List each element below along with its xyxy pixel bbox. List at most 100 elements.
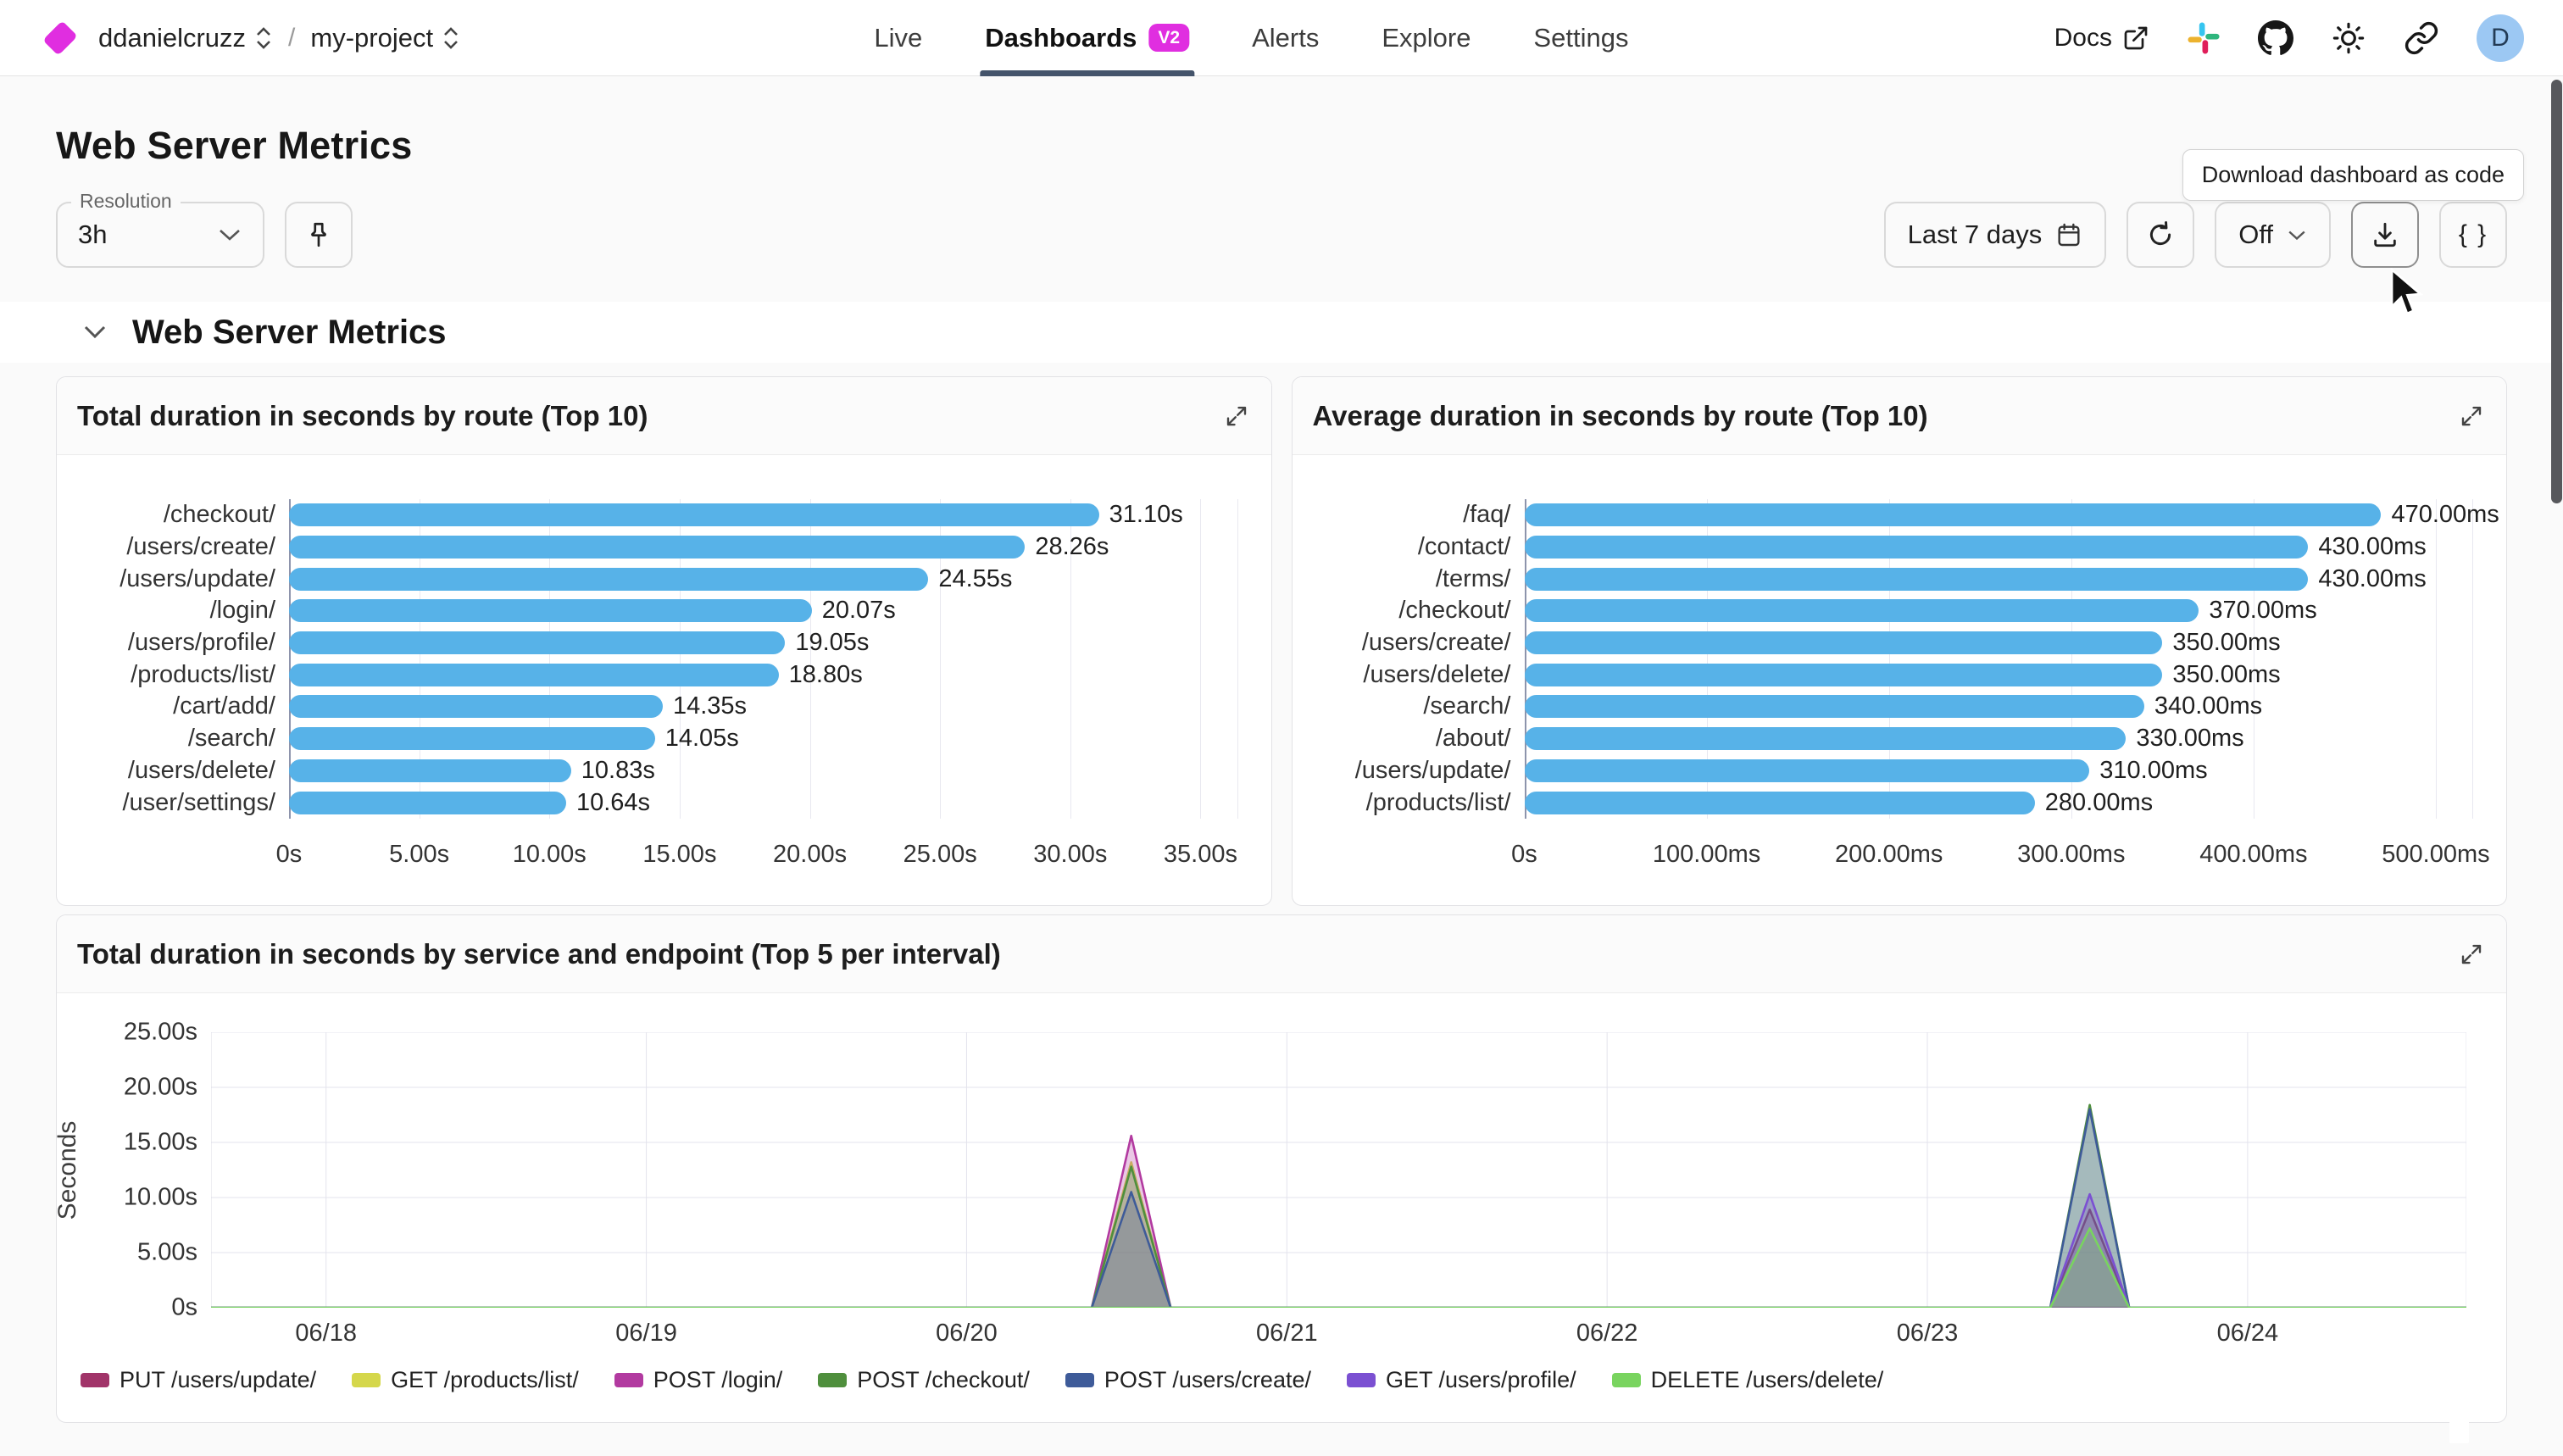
bar-category-label: /users/delete/ [77, 755, 289, 787]
x-axis-tick: 06/23 [1897, 1320, 1959, 1348]
page-scrollbar[interactable] [2551, 80, 2562, 503]
project-switcher[interactable]: my-project [310, 23, 460, 53]
bar-row[interactable]: 10.64s [289, 786, 1237, 819]
section-collapse-toggle[interactable]: Web Server Metrics [0, 302, 2563, 363]
legend-item[interactable]: POST /users/create/ [1065, 1367, 1311, 1393]
legend-label: GET /products/list/ [391, 1367, 579, 1393]
bar-value-label: 20.07s [822, 597, 896, 625]
bar-category-label: /users/profile/ [77, 627, 289, 659]
download-icon [2371, 220, 2399, 249]
time-range-button[interactable]: Last 7 days [1884, 202, 2107, 268]
area-chart-plot[interactable]: 06/1806/1906/2006/2106/2206/2306/24 [211, 1032, 2466, 1359]
logo-diamond-icon[interactable] [42, 20, 77, 55]
github-button[interactable] [2258, 20, 2293, 56]
bar-value-label: 430.00ms [2318, 533, 2426, 561]
bar-row[interactable]: 310.00ms [1525, 755, 2473, 787]
tab-settings[interactable]: Settings [1533, 0, 1628, 76]
refresh-button[interactable] [2127, 202, 2194, 268]
bar-row[interactable]: 350.00ms [1525, 659, 2473, 691]
panel-title: Average duration in seconds by route (To… [1313, 400, 1928, 432]
bar-row[interactable]: 28.26s [289, 531, 1237, 564]
bar-row[interactable]: 18.80s [289, 659, 1237, 691]
bar-category-label: /login/ [77, 595, 289, 627]
bar-row[interactable]: 340.00ms [1525, 691, 2473, 723]
panel-title: Total duration in seconds by route (Top … [77, 400, 648, 432]
tab-dashboards[interactable]: DashboardsV2 [985, 0, 1189, 76]
legend-swatch-icon [1612, 1373, 1641, 1387]
org-name: ddanielcruzz [98, 23, 246, 53]
bar-row[interactable]: 350.00ms [1525, 627, 2473, 659]
legend-label: PUT /users/update/ [120, 1367, 316, 1393]
x-axis-tick: 06/19 [615, 1320, 677, 1348]
bar-row[interactable]: 24.55s [289, 563, 1237, 595]
bar-value-label: 24.55s [938, 565, 1012, 593]
x-axis-tick: 20.00s [773, 841, 847, 869]
bar-row[interactable]: 19.05s [289, 627, 1237, 659]
bar [1525, 759, 2090, 782]
bar-value-label: 14.35s [673, 692, 747, 720]
tab-label: Alerts [1252, 23, 1319, 53]
theme-toggle-button[interactable] [2331, 20, 2366, 56]
tab-alerts[interactable]: Alerts [1252, 0, 1319, 76]
legend-item[interactable]: GET /users/profile/ [1347, 1367, 1576, 1393]
legend-item[interactable]: GET /products/list/ [352, 1367, 579, 1393]
legend-item[interactable]: POST /login/ [614, 1367, 783, 1393]
download-dashboard-button[interactable] [2351, 202, 2419, 268]
x-axis-tick: 06/21 [1256, 1320, 1318, 1348]
bar-row[interactable]: 370.00ms [1525, 595, 2473, 627]
expand-panel-button[interactable] [2459, 942, 2484, 967]
org-switcher[interactable]: ddanielcruzz [98, 23, 273, 53]
bar [1525, 536, 2309, 559]
bar-row[interactable]: 470.00ms [1525, 499, 2473, 531]
expand-panel-button[interactable] [1224, 403, 1249, 429]
bar [289, 727, 655, 750]
bar [289, 568, 928, 591]
y-axis-tick: 25.00s [124, 1019, 197, 1047]
bar-value-label: 430.00ms [2318, 565, 2426, 593]
area-series-post-checkout- [211, 1105, 2466, 1308]
resolution-select[interactable]: Resolution 3h [56, 202, 264, 268]
bar-row[interactable]: 430.00ms [1525, 531, 2473, 564]
bar-row[interactable]: 10.83s [289, 755, 1237, 787]
top-nav: ddanielcruzz / my-project LiveDashboards… [0, 0, 2563, 76]
bar-row[interactable]: 280.00ms [1525, 786, 2473, 819]
view-code-button[interactable]: { } [2439, 202, 2507, 268]
tab-explore[interactable]: Explore [1382, 0, 1471, 76]
resolution-label: Resolution [71, 190, 181, 213]
bar [1525, 792, 2035, 814]
user-avatar[interactable]: D [2477, 14, 2524, 62]
y-axis-tick: 10.00s [124, 1184, 197, 1212]
panel-scrollbar-thumb[interactable] [2449, 1375, 2469, 1443]
share-link-button[interactable] [2404, 20, 2439, 56]
area-chart-y-axis: Seconds 0s5.00s10.00s15.00s20.00s25.00s [57, 1032, 211, 1308]
auto-refresh-value: Off [2238, 220, 2273, 250]
expand-panel-button[interactable] [2459, 403, 2484, 429]
pin-resolution-button[interactable] [285, 202, 353, 268]
bar-value-label: 350.00ms [2172, 629, 2280, 657]
legend-item[interactable]: POST /checkout/ [818, 1367, 1030, 1393]
bar-row[interactable]: 14.05s [289, 723, 1237, 755]
bar-row[interactable]: 14.35s [289, 691, 1237, 723]
bar-row[interactable]: 31.10s [289, 499, 1237, 531]
tab-live[interactable]: Live [874, 0, 922, 76]
x-axis-tick: 06/20 [936, 1320, 998, 1348]
unfold-more-icon [254, 25, 273, 51]
x-axis-tick: 400.00ms [2199, 841, 2307, 869]
docs-link[interactable]: Docs [2054, 24, 2149, 53]
bar-row[interactable]: 20.07s [289, 595, 1237, 627]
docs-label: Docs [2054, 24, 2112, 53]
x-axis-tick: 500.00ms [2382, 841, 2489, 869]
auto-refresh-select[interactable]: Off [2215, 202, 2331, 268]
bar-category-label: /users/create/ [77, 531, 289, 564]
calendar-icon [2055, 221, 2082, 248]
section-title: Web Server Metrics [132, 314, 447, 352]
bar-row[interactable]: 330.00ms [1525, 723, 2473, 755]
bar-row[interactable]: 430.00ms [1525, 563, 2473, 595]
x-axis-tick: 0s [276, 841, 303, 869]
legend-swatch-icon [1065, 1373, 1094, 1387]
legend-item[interactable]: DELETE /users/delete/ [1612, 1367, 1884, 1393]
slack-button[interactable] [2187, 21, 2221, 55]
area-series-get-products-list- [211, 1162, 2466, 1308]
legend-item[interactable]: PUT /users/update/ [81, 1367, 316, 1393]
bar [289, 664, 779, 686]
